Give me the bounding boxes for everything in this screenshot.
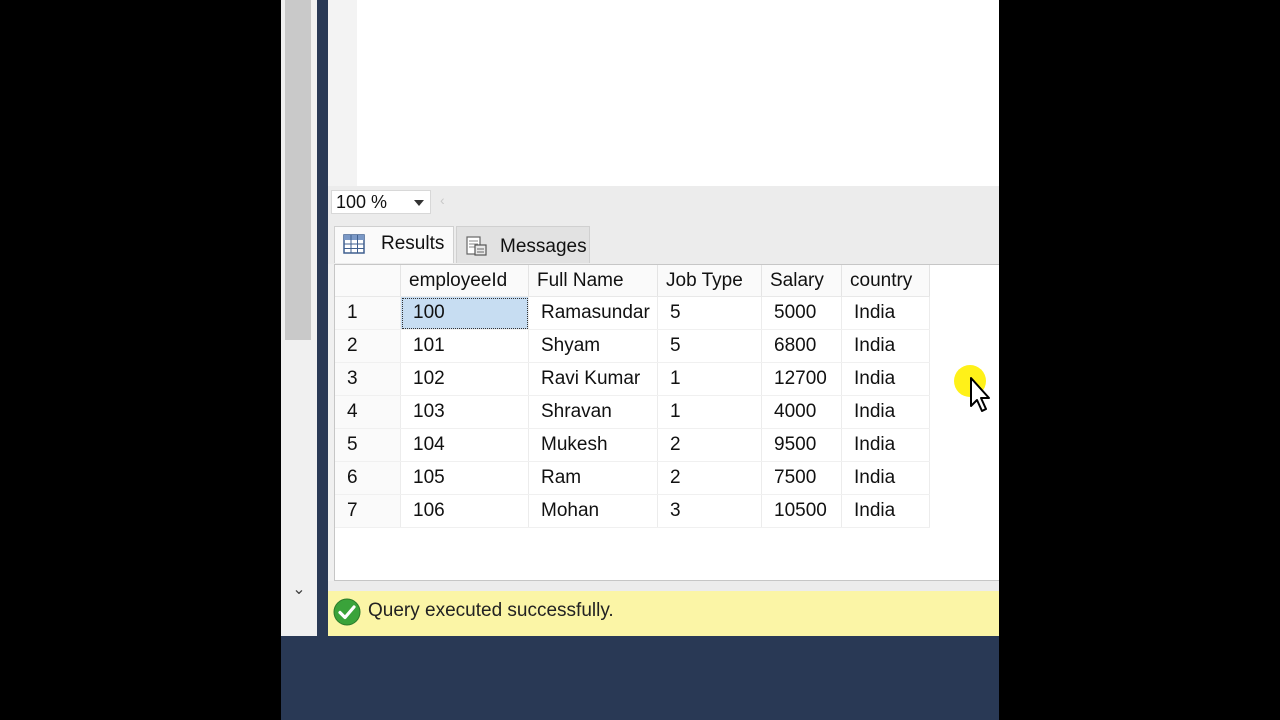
results-grid[interactable]: employeeId Full Name Job Type Salary cou…	[334, 264, 999, 581]
cell-employeeid[interactable]: 101	[400, 329, 529, 363]
results-tabs: Results Messages	[328, 216, 999, 264]
grid-bottom-gap	[328, 581, 999, 591]
cell-employeeid[interactable]: 104	[400, 428, 529, 462]
column-header-job-type[interactable]: Job Type	[657, 265, 762, 297]
cell-job-type[interactable]: 1	[657, 362, 762, 396]
row-number[interactable]: 5	[335, 428, 401, 462]
row-number[interactable]: 7	[335, 494, 401, 528]
table-row[interactable]: 2 101 Shyam 5 6800 India	[335, 329, 930, 363]
cell-job-type[interactable]: 5	[657, 296, 762, 330]
query-status-bar: Query executed successfully.	[328, 591, 999, 636]
cell-full-name[interactable]: Shravan	[528, 395, 658, 429]
bottom-panel	[281, 636, 999, 720]
column-header-full-name[interactable]: Full Name	[528, 265, 658, 297]
query-editor-text-area[interactable]	[357, 0, 999, 186]
tab-results[interactable]: Results	[334, 226, 454, 263]
cell-employeeid[interactable]: 102	[400, 362, 529, 396]
column-header-employeeid[interactable]: employeeId	[400, 265, 529, 297]
cell-full-name[interactable]: Shyam	[528, 329, 658, 363]
table-row[interactable]: 1 100 Ramasundar 5 5000 India	[335, 296, 930, 330]
table-row[interactable]: 4 103 Shravan 1 4000 India	[335, 395, 930, 429]
header-row: employeeId Full Name Job Type Salary cou…	[335, 265, 930, 297]
row-number[interactable]: 4	[335, 395, 401, 429]
cell-full-name[interactable]: Ravi Kumar	[528, 362, 658, 396]
cell-full-name[interactable]: Mukesh	[528, 428, 658, 462]
editor-border	[317, 0, 328, 636]
cell-job-type[interactable]: 2	[657, 461, 762, 495]
cell-job-type[interactable]: 1	[657, 395, 762, 429]
row-number-header[interactable]	[335, 265, 401, 297]
cell-salary[interactable]: 7500	[761, 461, 842, 495]
messages-icon	[466, 236, 487, 256]
cell-salary[interactable]: 5000	[761, 296, 842, 330]
left-gutter: ⌄	[281, 0, 317, 636]
cell-job-type[interactable]: 2	[657, 428, 762, 462]
chevron-down-icon[interactable]: ⌄	[289, 578, 309, 602]
row-number[interactable]: 2	[335, 329, 401, 363]
grid-icon	[343, 234, 365, 254]
cell-country[interactable]: India	[841, 395, 930, 429]
zoom-bar: 100 % ‹	[328, 186, 999, 216]
cell-salary[interactable]: 6800	[761, 329, 842, 363]
cell-full-name[interactable]: Mohan	[528, 494, 658, 528]
tab-results-label: Results	[381, 233, 445, 254]
row-number[interactable]: 1	[335, 296, 401, 330]
cell-salary[interactable]: 4000	[761, 395, 842, 429]
cell-job-type[interactable]: 3	[657, 494, 762, 528]
success-check-icon	[333, 598, 361, 626]
dropdown-arrow-icon[interactable]	[414, 200, 424, 206]
status-message: Query executed successfully.	[368, 600, 614, 621]
vertical-scrollbar[interactable]	[285, 0, 311, 340]
zoom-dropdown[interactable]: 100 %	[331, 190, 431, 214]
table-row[interactable]: 5 104 Mukesh 2 9500 India	[335, 428, 930, 462]
table-row[interactable]: 3 102 Ravi Kumar 1 12700 India	[335, 362, 930, 396]
cell-job-type[interactable]: 5	[657, 329, 762, 363]
query-editor[interactable]	[328, 0, 999, 186]
tab-messages-label: Messages	[500, 236, 587, 257]
cell-employeeid[interactable]: 103	[400, 395, 529, 429]
cell-country[interactable]: India	[841, 428, 930, 462]
column-header-country[interactable]: country	[841, 265, 930, 297]
cell-employeeid[interactable]: 100	[400, 296, 529, 330]
row-number[interactable]: 3	[335, 362, 401, 396]
row-number[interactable]: 6	[335, 461, 401, 495]
cell-country[interactable]: India	[841, 296, 930, 330]
cell-salary[interactable]: 9500	[761, 428, 842, 462]
cell-country[interactable]: India	[841, 329, 930, 363]
column-header-salary[interactable]: Salary	[761, 265, 842, 297]
cell-country[interactable]: India	[841, 362, 930, 396]
cell-employeeid[interactable]: 105	[400, 461, 529, 495]
tab-messages[interactable]: Messages	[456, 226, 590, 263]
ssms-query-window: ⌄ 100 % ‹ Results Messages employeeId Fu…	[281, 0, 999, 720]
table-row[interactable]: 7 106 Mohan 3 10500 India	[335, 494, 930, 528]
cell-full-name[interactable]: Ram	[528, 461, 658, 495]
scroll-left-icon[interactable]: ‹	[440, 192, 445, 208]
cell-salary[interactable]: 12700	[761, 362, 842, 396]
table-row[interactable]: 6 105 Ram 2 7500 India	[335, 461, 930, 495]
zoom-value: 100 %	[336, 192, 388, 212]
mouse-cursor-icon	[954, 365, 990, 412]
cell-employeeid[interactable]: 106	[400, 494, 529, 528]
cell-country[interactable]: India	[841, 461, 930, 495]
cell-salary[interactable]: 10500	[761, 494, 842, 528]
cell-full-name[interactable]: Ramasundar	[528, 296, 658, 330]
results-table: employeeId Full Name Job Type Salary cou…	[335, 265, 930, 528]
cell-country[interactable]: India	[841, 494, 930, 528]
